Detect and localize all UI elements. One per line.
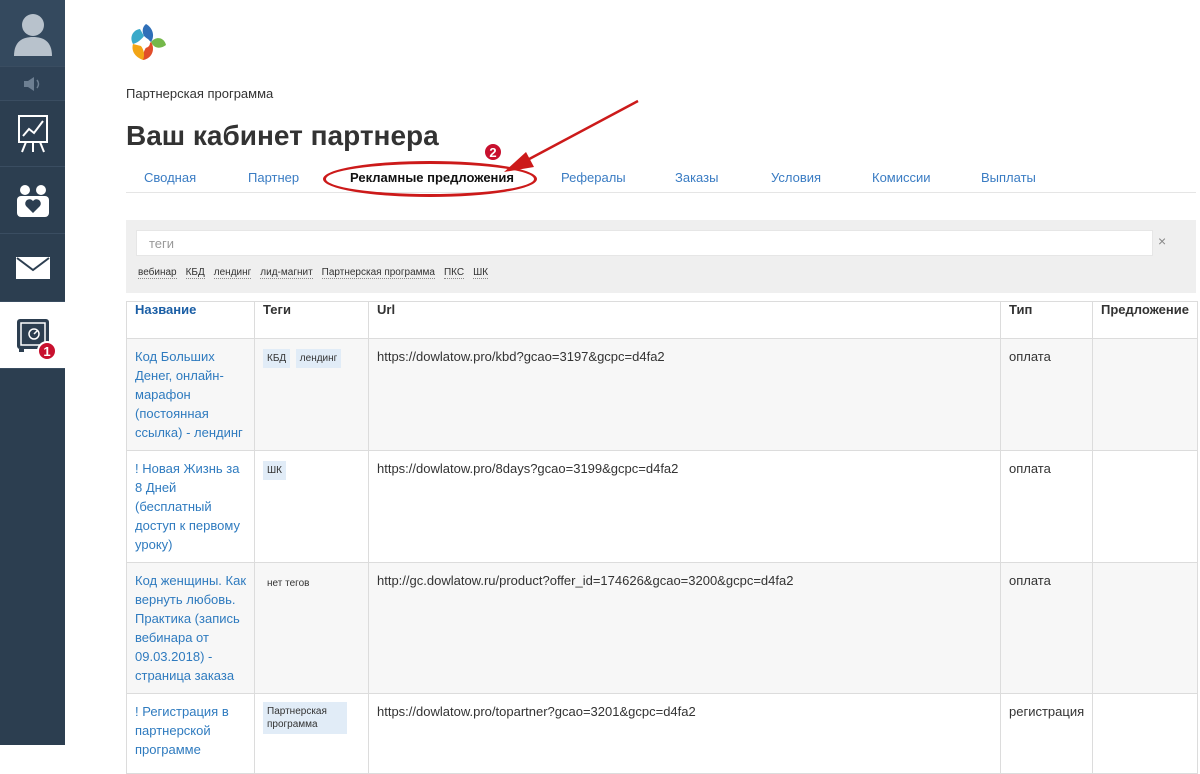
clear-filter-icon[interactable]: ×	[1158, 233, 1166, 249]
offer-url-cell[interactable]: https://dowlatow.pro/8days?gcao=3199&gcp…	[368, 450, 1001, 563]
offer-tags-cell: Партнерская программа	[254, 693, 369, 774]
offer-name-cell: ! Регистрация в партнерской программе	[126, 693, 255, 774]
filter-tag[interactable]: ШК	[473, 267, 489, 279]
envelope-icon	[15, 256, 50, 279]
offer-offer-cell	[1092, 562, 1198, 694]
tag-chip: лендинг	[295, 349, 342, 368]
filter-tag[interactable]: лендинг	[213, 267, 252, 279]
user-icon	[13, 14, 52, 56]
partner-program-button[interactable]	[0, 302, 65, 369]
offer-name-link[interactable]: ! Новая Жизнь за 8 Дней (бесплатный дост…	[135, 461, 240, 552]
offer-name-link[interactable]: Код Больших Денег, онлайн-марафон (посто…	[135, 349, 243, 440]
column-header-name[interactable]: Название	[126, 301, 255, 339]
column-header-tags: Теги	[254, 301, 369, 339]
filter-tag[interactable]: лид-магнит	[260, 267, 313, 279]
breadcrumb[interactable]: Партнерская программа	[126, 86, 273, 101]
filter-tag[interactable]: ПКС	[443, 267, 465, 279]
offer-offer-cell	[1092, 338, 1198, 451]
annotation-badge-1: 1	[37, 341, 57, 361]
table-row: ! Новая Жизнь за 8 Дней (бесплатный дост…	[126, 450, 1198, 563]
tag-chip: КБД	[263, 349, 291, 368]
annotation-arrow	[504, 99, 639, 172]
tab-payouts[interactable]: Выплаты	[981, 170, 1036, 185]
column-header-url: Url	[368, 301, 1001, 339]
offer-type-cell: оплата	[1000, 450, 1093, 563]
offer-name-link[interactable]: ! Регистрация в партнерской программе	[135, 704, 229, 757]
offer-name-cell: ! Новая Жизнь за 8 Дней (бесплатный дост…	[126, 450, 255, 563]
tag-chip: ШК	[263, 461, 286, 480]
filter-tag[interactable]: Партнерская программа	[321, 267, 435, 279]
tag-chip: Партнерская программа	[263, 702, 347, 734]
offer-offer-cell	[1092, 693, 1198, 774]
table-row: Код Больших Денег, онлайн-марафон (посто…	[126, 338, 1198, 451]
tab-bar: Сводная Партнер Рекламные предложения Ре…	[126, 166, 1196, 193]
chart-board-icon	[17, 114, 48, 152]
tab-summary[interactable]: Сводная	[144, 170, 196, 185]
offer-name-cell: Код женщины. Как вернуть любовь. Практик…	[126, 562, 255, 694]
offer-tags-cell: нет тегов	[254, 562, 369, 694]
offer-name-link[interactable]: Код женщины. Как вернуть любовь. Практик…	[135, 573, 246, 683]
filter-tag[interactable]: вебинар	[138, 267, 177, 279]
offer-tags-cell: КБД лендинг	[254, 338, 369, 451]
offer-type-cell: оплата	[1000, 562, 1093, 694]
logo	[131, 24, 166, 60]
tags-search-input[interactable]: теги	[136, 230, 1153, 256]
filter-tag[interactable]: КБД	[185, 267, 205, 279]
messages-button[interactable]	[0, 234, 65, 302]
user-profile-button[interactable]	[0, 0, 65, 67]
offer-url-cell[interactable]: http://gc.dowlatow.ru/product?offer_id=1…	[368, 562, 1001, 694]
table-row: ! Регистрация в партнерской программе Па…	[126, 693, 1198, 774]
speaker-icon	[23, 76, 39, 91]
sidebar	[0, 0, 65, 745]
tag-filter-panel: теги × вебинар КБД лендинг лид-магнит Па…	[126, 220, 1196, 293]
users-button[interactable]	[0, 167, 65, 234]
table-header-row: Название Теги Url Тип Предложение	[126, 301, 1198, 339]
statistics-button[interactable]	[0, 101, 65, 167]
tab-orders[interactable]: Заказы	[675, 170, 718, 185]
people-heart-icon	[16, 185, 49, 217]
column-header-type: Тип	[1000, 301, 1093, 339]
page-title: Ваш кабинет партнера	[126, 120, 439, 151]
offer-type-cell: оплата	[1000, 338, 1093, 451]
notifications-button[interactable]	[0, 67, 65, 101]
filter-tag-list: вебинар КБД лендинг лид-магнит Партнерск…	[138, 267, 489, 279]
offer-tags-cell: ШК	[254, 450, 369, 563]
tab-partner[interactable]: Партнер	[248, 170, 299, 185]
table-row: Код женщины. Как вернуть любовь. Практик…	[126, 562, 1198, 694]
offer-url-cell[interactable]: https://dowlatow.pro/topartner?gcao=3201…	[368, 693, 1001, 774]
offer-type-cell: регистрация	[1000, 693, 1093, 774]
tab-conditions[interactable]: Условия	[771, 170, 821, 185]
no-tags-label: нет тегов	[267, 578, 310, 589]
tab-commissions[interactable]: Комиссии	[872, 170, 931, 185]
offer-offer-cell	[1092, 450, 1198, 563]
column-header-offer: Предложение	[1092, 301, 1198, 339]
annotation-badge-2: 2	[483, 142, 503, 162]
offer-url-cell[interactable]: https://dowlatow.pro/kbd?gcao=3197&gcpc=…	[368, 338, 1001, 451]
offers-table: Название Теги Url Тип Предложение Код Бо…	[126, 301, 1198, 774]
offer-name-cell: Код Больших Денег, онлайн-марафон (посто…	[126, 338, 255, 451]
